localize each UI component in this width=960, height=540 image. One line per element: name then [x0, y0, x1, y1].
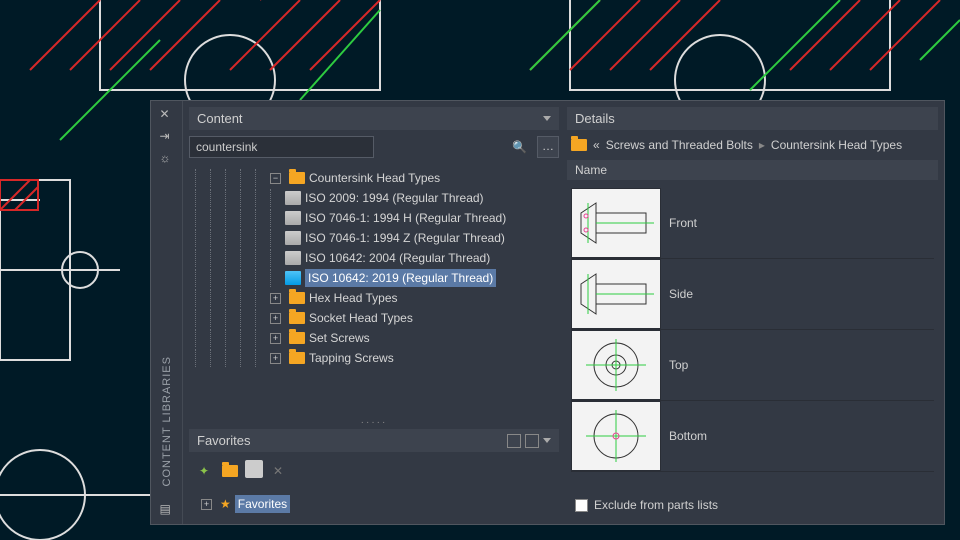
favorites-header: Favorites [189, 429, 559, 452]
tree-label: Set Screws [309, 329, 370, 347]
thumbnail-label: Side [669, 287, 693, 301]
delete-icon[interactable]: ✕ [267, 460, 289, 482]
tree-folder[interactable]: + Hex Head Types [189, 288, 559, 308]
palette-side-strip: ✕ ⇥ ☼ CONTENT LIBRARIES ▤ [151, 101, 183, 524]
tree-item[interactable]: ISO 2009: 1994 (Regular Thread) [189, 188, 559, 208]
folder-icon [289, 332, 305, 344]
details-header: Details [567, 107, 938, 130]
tree-label: Countersink Head Types [309, 169, 440, 187]
details-column: Details « Screws and Threaded Bolts ▸ Co… [565, 101, 944, 524]
tree-item-selected[interactable]: ISO 10642: 2019 (Regular Thread) [189, 268, 559, 288]
part-icon [285, 231, 301, 245]
thumbnail-label: Top [669, 358, 688, 372]
save-icon[interactable] [245, 460, 263, 478]
content-libraries-palette: ✕ ⇥ ☼ CONTENT LIBRARIES ▤ Content 🔍 … − … [150, 100, 945, 525]
tree-label: Tapping Screws [309, 349, 394, 367]
tree-label: ISO 7046-1: 1994 H (Regular Thread) [305, 209, 506, 227]
library-icon[interactable]: ▤ [160, 502, 174, 516]
folder-icon [289, 172, 305, 184]
folder-icon [289, 352, 305, 364]
exclude-label: Exclude from parts lists [594, 498, 718, 512]
close-icon[interactable]: ✕ [160, 107, 174, 121]
expander-icon[interactable]: + [270, 333, 281, 344]
tree-label: Hex Head Types [309, 289, 398, 307]
list-item[interactable]: Bottom [571, 401, 934, 472]
breadcrumb-item[interactable]: Screws and Threaded Bolts [606, 138, 753, 152]
pin-icon[interactable]: ⇥ [160, 129, 174, 143]
thumbnail-side [571, 259, 661, 329]
tree-folder-countersink[interactable]: − Countersink Head Types [189, 168, 559, 188]
expander-icon[interactable]: + [201, 499, 212, 510]
content-column: Content 🔍 … − Countersink Head Types ISO… [183, 101, 565, 524]
favorites-toolbar: ✦ ✕ [189, 456, 559, 486]
tree-folder[interactable]: + Set Screws [189, 328, 559, 348]
list-view-icon[interactable] [525, 434, 539, 448]
folder-icon [571, 139, 587, 151]
thumbnail-label: Front [669, 216, 697, 230]
thumbnail-list: Front Side Top Bottom [567, 184, 938, 488]
favorites-label: Favorites [235, 495, 290, 513]
tree-item[interactable]: ISO 7046-1: 1994 H (Regular Thread) [189, 208, 559, 228]
name-column-header[interactable]: Name [567, 160, 938, 180]
content-tree[interactable]: − Countersink Head Types ISO 2009: 1994 … [189, 164, 559, 413]
tree-label: ISO 7046-1: 1994 Z (Regular Thread) [305, 229, 505, 247]
tree-label: ISO 10642: 2004 (Regular Thread) [305, 249, 490, 267]
tree-label: ISO 10642: 2019 (Regular Thread) [305, 269, 496, 287]
thumbnail-bottom [571, 401, 661, 471]
search-input[interactable] [189, 136, 374, 158]
tree-folder[interactable]: + Socket Head Types [189, 308, 559, 328]
search-row: 🔍 … [189, 134, 559, 160]
content-collapse-icon[interactable] [543, 116, 551, 121]
expander-icon[interactable]: + [270, 293, 281, 304]
favorites-tree[interactable]: + ★ Favorites [189, 490, 559, 518]
chevron-right-icon: ▸ [759, 138, 765, 152]
folder-icon [289, 312, 305, 324]
list-item[interactable]: Front [571, 188, 934, 259]
details-title: Details [575, 111, 615, 126]
exclude-checkbox[interactable] [575, 499, 588, 512]
list-item[interactable]: Side [571, 259, 934, 330]
folder-icon [289, 292, 305, 304]
favorites-root[interactable]: + ★ Favorites [195, 494, 553, 514]
thumbnail-top [571, 330, 661, 400]
panel-splitter[interactable]: ····· [189, 417, 559, 425]
thumbnail-label: Bottom [669, 429, 707, 443]
part-icon [285, 271, 301, 285]
expander-icon[interactable]: + [270, 353, 281, 364]
exclude-row: Exclude from parts lists [567, 492, 938, 518]
expander-icon[interactable]: + [270, 313, 281, 324]
part-icon [285, 191, 301, 205]
tree-item[interactable]: ISO 10642: 2004 (Regular Thread) [189, 248, 559, 268]
grid-view-icon[interactable] [507, 434, 521, 448]
content-title: Content [197, 111, 243, 126]
add-favorite-icon[interactable]: ✦ [193, 460, 215, 482]
gear-icon[interactable]: ☼ [160, 151, 174, 165]
list-item[interactable]: Top [571, 330, 934, 401]
content-header: Content [189, 107, 559, 130]
palette-title: CONTENT LIBRARIES [161, 356, 173, 487]
search-options-button[interactable]: … [537, 136, 559, 158]
breadcrumb-item[interactable]: Countersink Head Types [771, 138, 902, 152]
part-icon [285, 211, 301, 225]
breadcrumb-back[interactable]: « [593, 138, 600, 152]
new-folder-icon[interactable] [219, 460, 241, 482]
tree-label: Socket Head Types [309, 309, 413, 327]
favorites-title: Favorites [197, 433, 250, 448]
star-icon: ★ [220, 495, 231, 513]
part-icon [285, 251, 301, 265]
tree-item[interactable]: ISO 7046-1: 1994 Z (Regular Thread) [189, 228, 559, 248]
tree-label: ISO 2009: 1994 (Regular Thread) [305, 189, 484, 207]
search-icon[interactable]: 🔍 [512, 140, 527, 154]
tree-folder[interactable]: + Tapping Screws [189, 348, 559, 368]
breadcrumb: « Screws and Threaded Bolts ▸ Countersin… [567, 134, 938, 156]
thumbnail-front [571, 188, 661, 258]
favorites-collapse-icon[interactable] [543, 438, 551, 443]
expander-icon[interactable]: − [270, 173, 281, 184]
